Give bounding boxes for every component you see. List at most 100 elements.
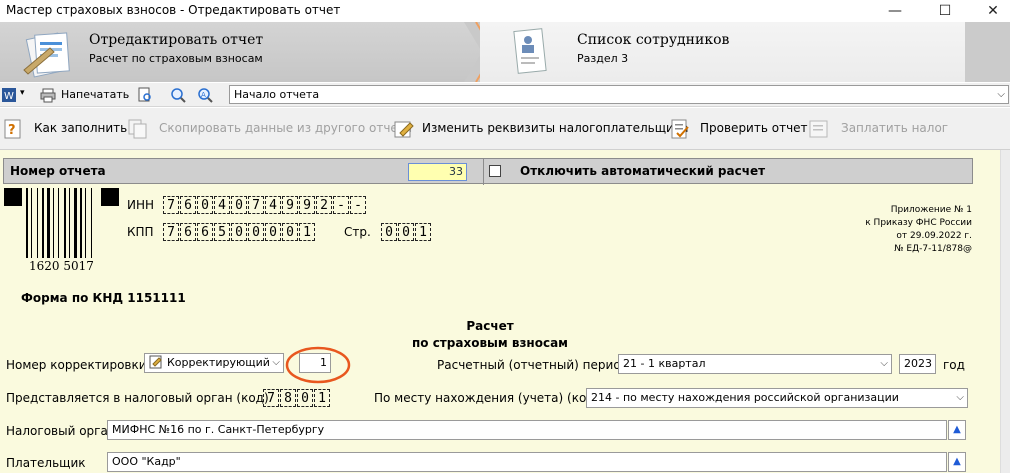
inn-cell: 4 [265, 196, 281, 214]
kpp-cell: 0 [282, 223, 298, 241]
employee-list-icon [513, 28, 547, 74]
edit-requisites-icon [394, 121, 414, 138]
inn-cell: 0 [231, 196, 247, 214]
appendix-line-3: от 29.09.2022 г. [896, 231, 972, 241]
kpp-cell: 0 [231, 223, 247, 241]
kpp-cell: 0 [248, 223, 264, 241]
location-value: 214 - по месту нахождения российской орг… [591, 391, 899, 404]
wizard-step-employees[interactable]: Список сотрудников Раздел 3 [480, 22, 965, 82]
kpp-cell: 6 [180, 223, 196, 241]
inn-cell: 9 [299, 196, 315, 214]
tax_authority-cell: 0 [297, 389, 313, 407]
auto-calc-checkbox[interactable] [489, 165, 501, 177]
period-select[interactable]: 21 - 1 квартал ⌵ [618, 354, 892, 374]
print-button[interactable]: Напечатать [61, 88, 129, 101]
copy-data-button[interactable]: Скопировать данные из другого отчета [159, 121, 412, 135]
section-select[interactable]: Начало отчета ⌵ [229, 85, 1009, 104]
inn-cell: - [333, 196, 349, 214]
page-cell: 1 [415, 223, 431, 241]
chevron-down-icon: ⌵ [997, 89, 1005, 100]
close-button[interactable]: ✕ [976, 0, 1010, 22]
chevron-up-icon[interactable]: ▲ [948, 452, 966, 472]
search-icon[interactable] [170, 87, 186, 103]
page-cell: 0 [398, 223, 414, 241]
svg-text:W: W [4, 91, 14, 102]
search-next-icon[interactable]: A [197, 87, 213, 103]
correction-label: Номер корректировки [6, 358, 147, 372]
tax-authority-label: Налоговый орган [6, 424, 116, 438]
copy-icon [128, 119, 147, 139]
kpp-cell: 1 [299, 223, 315, 241]
check-report-icon [671, 119, 689, 139]
tax-authority-field[interactable]: МИФНС №16 по г. Санкт-Петербургу [107, 420, 947, 440]
word-export-icon[interactable]: W [1, 87, 17, 103]
inn-cell: 6 [180, 196, 196, 214]
tax_authority-cell: 7 [263, 389, 279, 407]
report-form: Номер отчета 33 Отключить автоматический… [0, 150, 1000, 473]
change-requisites-button[interactable]: Изменить реквизиты налогоплательщика [422, 121, 688, 135]
pay-tax-button[interactable]: Заплатить налог [841, 121, 948, 135]
correction-type-select[interactable]: Корректирующий ⌵ [144, 353, 284, 373]
year-field[interactable]: 2023 [899, 354, 936, 374]
how-to-fill-button[interactable]: Как заполнить [34, 121, 127, 135]
report-edit-icon [23, 32, 70, 78]
wizard-step-edit[interactable]: Отредактировать отчет Расчет по страховы… [0, 22, 480, 82]
location-select[interactable]: 214 - по месту нахождения российской орг… [586, 388, 968, 408]
document-icon [149, 355, 162, 369]
tax_authority-cell: 8 [280, 389, 296, 407]
title-bar: Мастер страховых взносов - Отредактирова… [0, 0, 1010, 22]
wizard-steps: Отредактировать отчет Расчет по страховы… [0, 22, 1010, 82]
inn-cell: 2 [316, 196, 332, 214]
page-label: Стр. [344, 225, 371, 239]
chevron-up-icon[interactable]: ▲ [948, 420, 966, 440]
page-cell: 0 [381, 223, 397, 241]
tax_authority-cell: 1 [314, 389, 330, 407]
appendix-line-2: к Приказу ФНС России [865, 218, 972, 228]
check-report-button[interactable]: Проверить отчет [700, 121, 808, 135]
report-number-bar: Номер отчета 33 Отключить автоматический… [3, 158, 973, 185]
printer-icon [40, 88, 56, 103]
period-label: Расчетный (отчетный) период [437, 358, 629, 372]
kpp-cell: 7 [163, 223, 179, 241]
year-label: год [943, 358, 965, 372]
kpp-cell: 6 [197, 223, 213, 241]
correction-type-value: Корректирующий [167, 356, 270, 369]
report-number-label: Номер отчета [10, 164, 106, 178]
kpp-field[interactable]: 766500001 [163, 223, 316, 241]
form-heading: Расчет [466, 319, 514, 333]
maximize-button[interactable]: ☐ [928, 0, 962, 22]
kpp-cell: 0 [265, 223, 281, 241]
pay-tax-icon [809, 120, 828, 138]
vertical-scrollbar[interactable] [1000, 150, 1010, 473]
wizard-step-employees-subtitle: Раздел 3 [577, 52, 629, 65]
page-field: 001 [381, 223, 432, 241]
inn-cell: - [350, 196, 366, 214]
minimize-button[interactable]: — [878, 0, 912, 22]
chevron-down-icon: ⌵ [272, 357, 280, 368]
auto-calc-label: Отключить автоматический расчет [520, 164, 766, 178]
payer-field[interactable]: ООО "Кадр" [107, 452, 947, 472]
window-title: Мастер страховых взносов - Отредактирова… [6, 3, 341, 17]
inn-cell: 4 [214, 196, 230, 214]
form-subheading: по страховым взносам [411, 336, 568, 350]
tax-authority-code-field[interactable]: 7801 [263, 389, 331, 407]
wizard-step-employees-title: Список сотрудников [577, 32, 730, 48]
inn-cell: 0 [197, 196, 213, 214]
appendix-line-1: Приложение № 1 [890, 205, 972, 215]
tax-authority-code-label: Представляется в налоговый орган (код) [6, 391, 269, 405]
barcode-number: 1620 5017 [29, 259, 94, 273]
inn-cell: 7 [248, 196, 264, 214]
chevron-down-icon: ⌵ [956, 392, 964, 403]
inn-field[interactable]: 7604074992-- [163, 196, 367, 214]
report-number-field[interactable]: 33 [408, 163, 467, 181]
inn-cell: 7 [163, 196, 179, 214]
svg-text:A: A [201, 91, 206, 99]
kpp-label: КПП [127, 225, 154, 239]
word-dropdown-icon[interactable]: ▾ [20, 88, 25, 98]
kpp-cell: 5 [214, 223, 230, 241]
toolbar-navigation: W ▾ Напечатать A Начало отчета ⌵ [0, 83, 1010, 107]
appendix-note: Приложение № 1 к Приказу ФНС России от 2… [772, 204, 972, 256]
print-preview-icon[interactable] [137, 87, 153, 103]
toolbar-actions: ? Как заполнить Скопировать данные из др… [0, 108, 1010, 150]
annotation-circle [285, 346, 351, 384]
